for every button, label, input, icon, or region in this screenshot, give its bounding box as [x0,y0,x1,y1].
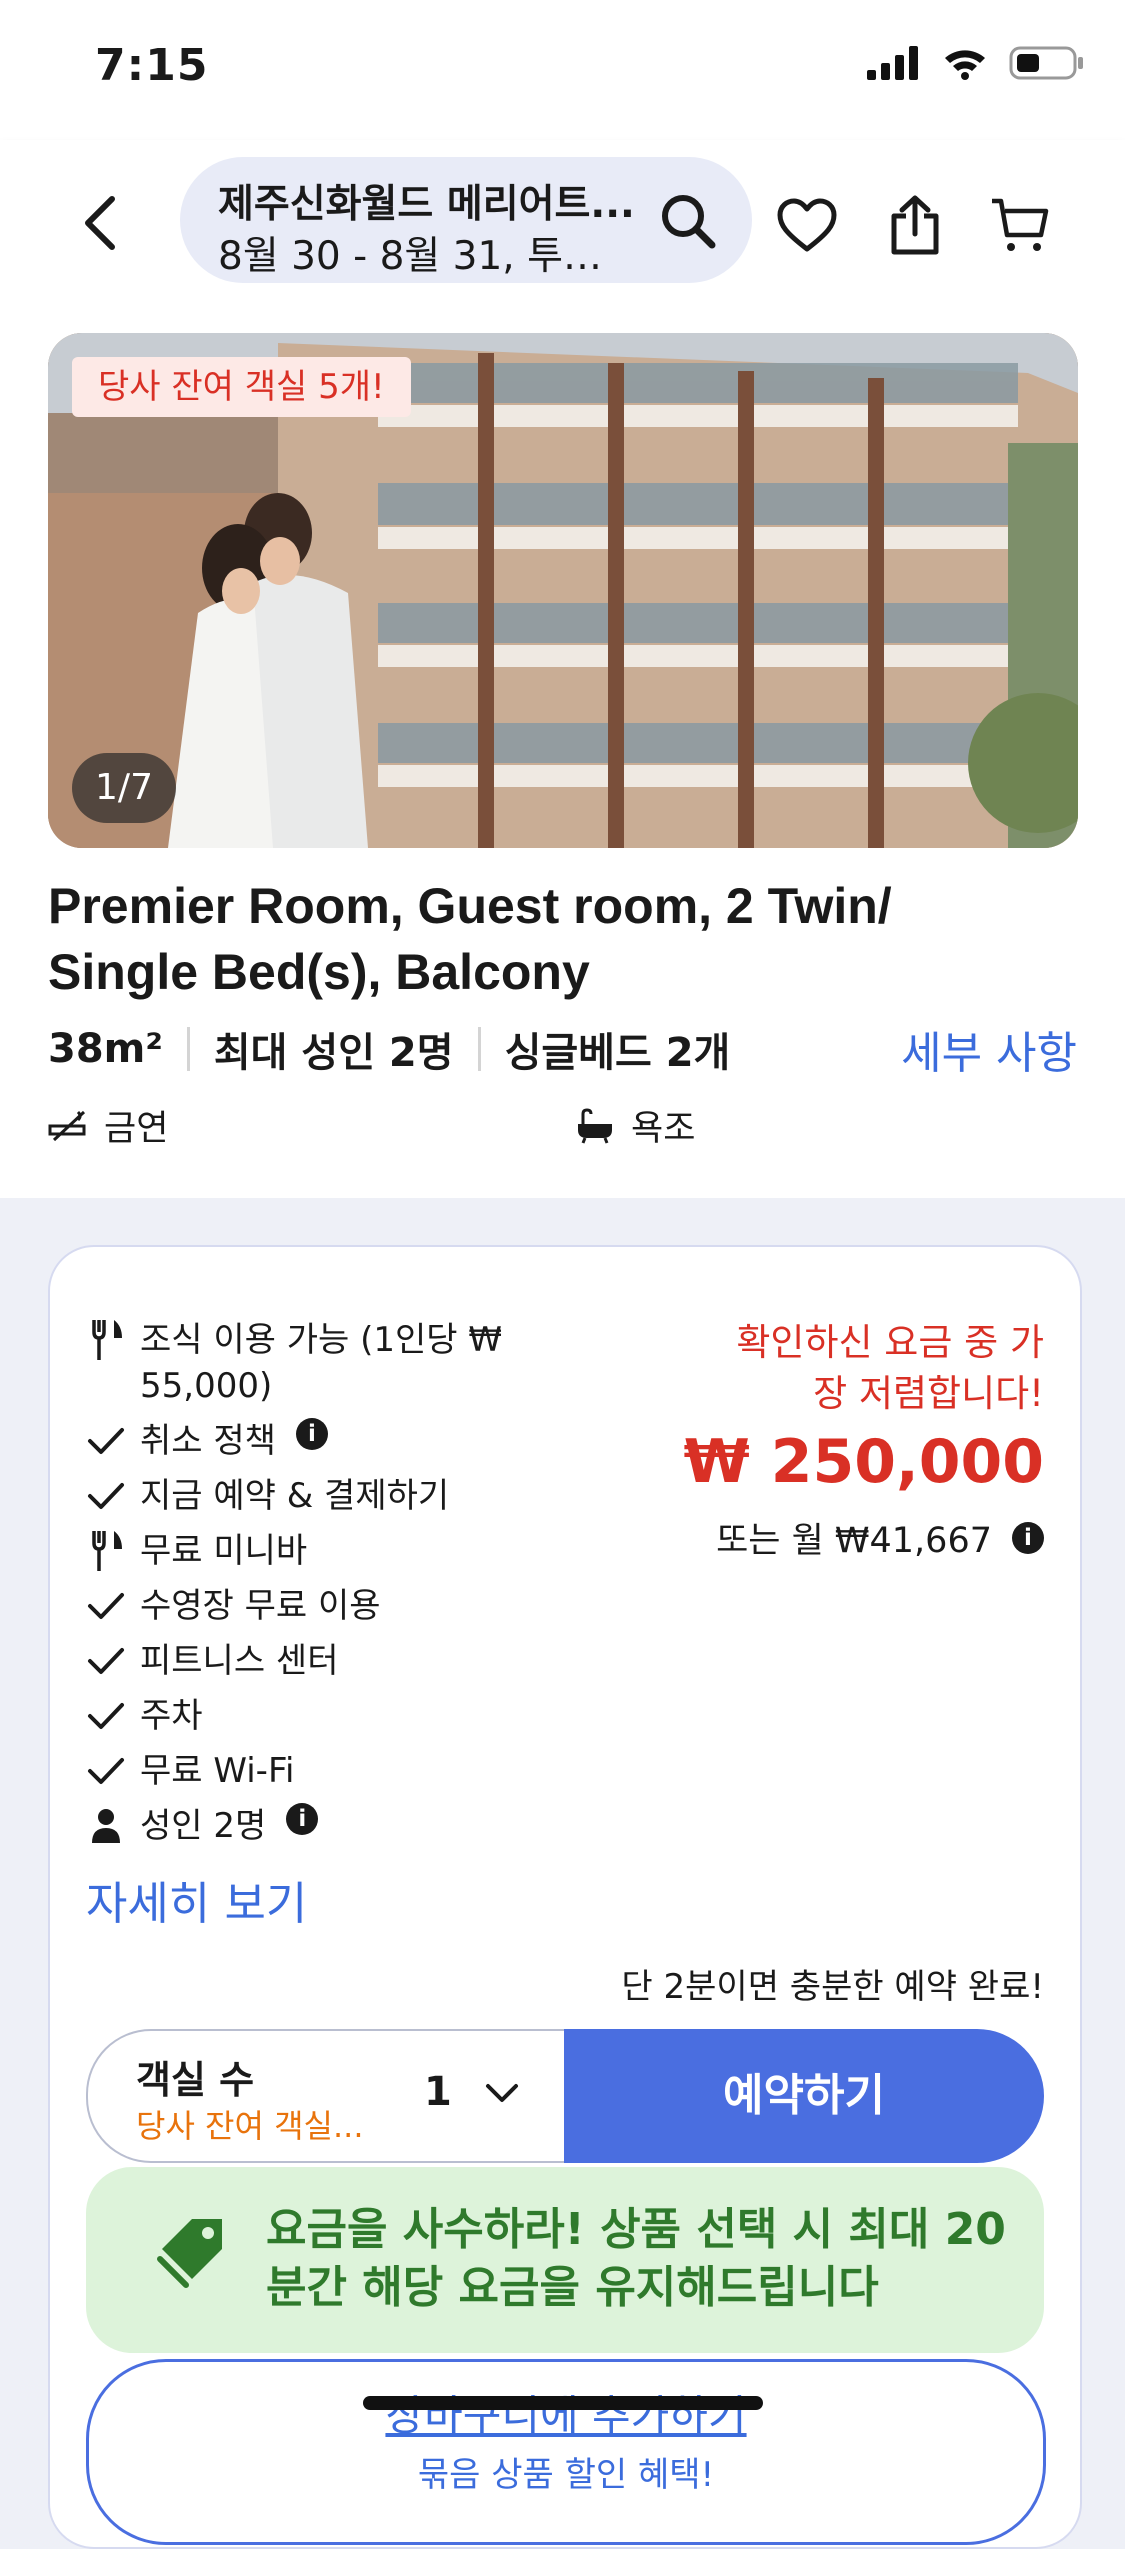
chevron-left-icon [85,196,115,250]
check-icon [86,1693,126,1739]
room-facts: 38m² 최대 성인 2명 싱글베드 2개 [48,1020,730,1078]
add-to-cart-button[interactable]: 장바구니에 추가하기 묶음 상품 할인 혜택! [86,2359,1046,2545]
info-icon[interactable]: i [286,1803,319,1835]
quick-booking-note: 단 2분이면 충분한 예약 완료! [621,1967,1044,2007]
top-navigation-bar: 제주신화월드 메리어트... 8월 30 - 8월 31, 투… [0,140,1125,305]
room-info-section: 당사 잔여 객실 5개! 1/7 Premier Room, Guest roo… [0,305,1125,1198]
search-summary-pill[interactable]: 제주신화월드 메리어트... 8월 30 - 8월 31, 투… [180,157,752,283]
amenity-label: 욕조 [631,1109,696,1149]
room-size: 38m² [48,1026,163,1072]
feature-pool: 수영장 무료 이용 [86,1583,506,1629]
heart-icon [777,198,837,252]
feature-label: 주차 [140,1696,203,1736]
home-indicator[interactable] [363,2396,763,2410]
cellular-signal-icon [867,46,918,80]
room-count-value: 1 [424,2069,452,2115]
feature-wifi: 무료 Wi-Fi [86,1748,506,1794]
room-details-link[interactable]: 세부 사항 [901,1017,1077,1081]
check-icon [86,1473,126,1519]
person-icon [86,1803,126,1849]
battery-icon [1009,46,1083,80]
check-icon [86,1748,126,1794]
bathtub-icon [578,1107,612,1144]
feature-adults: 성인 2명 i [86,1803,506,1849]
bed-config: 싱글베드 2개 [504,1030,731,1076]
status-icons [867,45,1085,81]
reserve-button[interactable]: 예약하기 [564,2029,1044,2163]
room-count-availability: 당사 잔여 객실... [136,2107,364,2145]
wifi-icon [945,50,985,80]
feature-minibar: 무료 미니바 [86,1528,506,1574]
hotel-name: 제주신화월드 메리어트... [218,182,635,227]
status-time: 7:15 [95,40,209,91]
feature-label: 조식 이용 가능 (1인당 ₩ 55,000) [140,1320,502,1406]
price-hold-banner: 요금을 사수하라! 상품 선택 시 최대 20분간 해당 요금을 유지해드립니다 [86,2167,1044,2353]
feature-fitness: 피트니스 센터 [86,1638,506,1684]
add-to-cart-label: 장바구니에 추가하기 [385,2391,747,2440]
feature-breakfast: 조식 이용 가능 (1인당 ₩ 55,000) [86,1317,506,1409]
monthly-installment: 또는 월 ₩41,667 i [716,1512,1044,1563]
feature-cancellation-policy: 취소 정책 i [86,1418,506,1464]
feature-pay-now: 지금 예약 & 결제하기 [86,1473,506,1519]
info-icon[interactable]: i [1012,1521,1044,1554]
utensils-icon [86,1317,126,1363]
trip-summary: 8월 30 - 8월 31, 투… [218,234,602,279]
cart-button[interactable] [985,190,1055,260]
feature-label: 수영장 무료 이용 [140,1586,381,1626]
shopping-cart-icon [992,198,1049,251]
back-button[interactable] [70,188,130,258]
max-occupancy: 최대 성인 2명 [213,1030,454,1076]
amenity-label: 금연 [104,1109,169,1149]
chevron-down-icon [486,2084,518,2102]
status-bar: 7:15 [0,0,1125,140]
check-icon [86,1638,126,1684]
rate-features-list: 조식 이용 가능 (1인당 ₩ 55,000) 취소 정책 i 지금 예약 & … [86,1317,506,1858]
see-more-link[interactable]: 자세히 보기 [86,1867,307,1932]
scarcity-badge: 당사 잔여 객실 5개! [72,357,411,417]
price-hold-text: 요금을 사수하라! 상품 선택 시 최대 20분간 해당 요금을 유지해드립니다 [266,2204,1006,2313]
room-count-selector[interactable]: 객실 수 당사 잔여 객실... 1 [86,2029,566,2163]
feature-label: 무료 Wi-Fi [140,1751,295,1791]
utensils-icon [86,1528,126,1574]
share-icon [891,195,939,255]
check-icon [86,1583,126,1629]
nightly-price: ₩ 250,000 [683,1427,1044,1497]
check-icon [86,1418,126,1464]
room-title: Premier Room, Guest room, 2 Twin/ Single… [48,878,892,1000]
feature-label: 무료 미니바 [140,1531,308,1571]
room-count-label: 객실 수 [136,2058,255,2102]
no-smoking-icon [48,1110,86,1141]
photo-counter: 1/7 [72,753,176,823]
feature-label: 취소 정책 [140,1421,276,1461]
amenity-no-smoking: 금연 [48,1100,168,1151]
fact-divider [477,1027,481,1071]
share-button[interactable] [880,190,950,260]
price-tag-icon [157,2219,222,2288]
rate-offer-card: 조식 이용 가능 (1인당 ₩ 55,000) 취소 정책 i 지금 예약 & … [48,1245,1082,2549]
feature-parking: 주차 [86,1693,506,1739]
feature-label: 지금 예약 & 결제하기 [140,1476,450,1516]
lowest-price-note: 확인하신 요금 중 가장 저렴합니다! [736,1321,1044,1415]
bundle-discount-note: 묶음 상품 할인 혜택! [417,2455,715,2495]
amenity-bathtub: 욕조 [575,1100,695,1151]
fact-divider [186,1027,190,1071]
info-icon[interactable]: i [295,1418,328,1450]
favorite-button[interactable] [772,190,842,260]
monthly-price: 또는 월 ₩41,667 [716,1521,992,1561]
room-photo-carousel[interactable]: 당사 잔여 객실 5개! 1/7 [48,333,1078,848]
feature-label: 피트니스 센터 [140,1641,339,1681]
search-icon[interactable] [658,191,718,251]
feature-label: 성인 2명 [140,1806,267,1846]
